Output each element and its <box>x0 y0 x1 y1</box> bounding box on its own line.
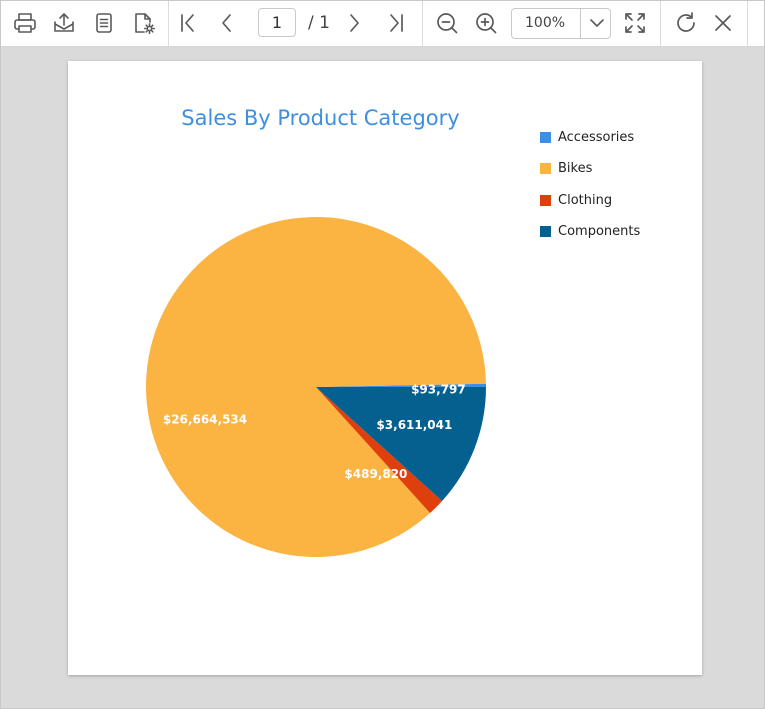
data-label-clothing: $489,820 <box>344 467 407 481</box>
legend-label: Clothing <box>558 192 613 208</box>
last-page-icon[interactable] <box>383 10 409 36</box>
legend-item-accessories: Accessories <box>540 130 640 161</box>
legend-label: Components <box>558 223 641 239</box>
toolbar: / 1 <box>1 1 764 47</box>
chart-legend: Accessories Bikes Clothing Components <box>540 130 640 255</box>
report-page: Sales By Product Category $93,797 $26,664… <box>68 61 702 675</box>
data-label-components: $3,611,041 <box>376 418 452 432</box>
zoom-divider <box>580 9 581 38</box>
legend-label: Bikes <box>558 161 593 177</box>
total-pages: / 1 <box>308 13 330 33</box>
toolbar-separator <box>747 1 748 46</box>
report-viewer: / 1 <box>0 0 765 709</box>
legend-swatch <box>540 225 551 237</box>
legend-swatch <box>540 132 551 143</box>
fit-page-icon[interactable] <box>622 10 648 36</box>
zoom-dropdown[interactable]: 100% <box>511 8 611 39</box>
first-page-icon[interactable] <box>175 10 201 36</box>
toolbar-separator <box>168 1 169 46</box>
legend-swatch <box>540 194 551 206</box>
next-page-icon[interactable] <box>342 10 368 36</box>
toolbar-separator <box>660 1 661 46</box>
legend-item-components: Components <box>540 224 640 255</box>
legend-item-bikes: Bikes <box>540 161 640 192</box>
page-setup-icon[interactable] <box>131 10 157 36</box>
close-icon[interactable] <box>710 10 736 36</box>
zoom-out-icon[interactable] <box>434 10 460 36</box>
legend-item-clothing: Clothing <box>540 193 640 224</box>
current-page-input[interactable] <box>258 8 296 37</box>
document-list-icon[interactable] <box>91 10 117 36</box>
data-label-accessories: $93,797 <box>411 382 466 396</box>
data-label-bikes: $26,664,534 <box>163 412 247 426</box>
export-icon[interactable] <box>51 10 77 36</box>
chevron-down-icon[interactable] <box>586 12 608 34</box>
refresh-icon[interactable] <box>673 10 699 36</box>
toolbar-separator <box>422 1 423 46</box>
legend-label: Accessories <box>558 130 635 145</box>
legend-swatch <box>540 163 551 175</box>
previous-page-icon[interactable] <box>213 10 239 36</box>
zoom-in-icon[interactable] <box>473 10 499 36</box>
zoom-value: 100% <box>525 15 566 31</box>
printer-icon[interactable] <box>12 10 38 36</box>
